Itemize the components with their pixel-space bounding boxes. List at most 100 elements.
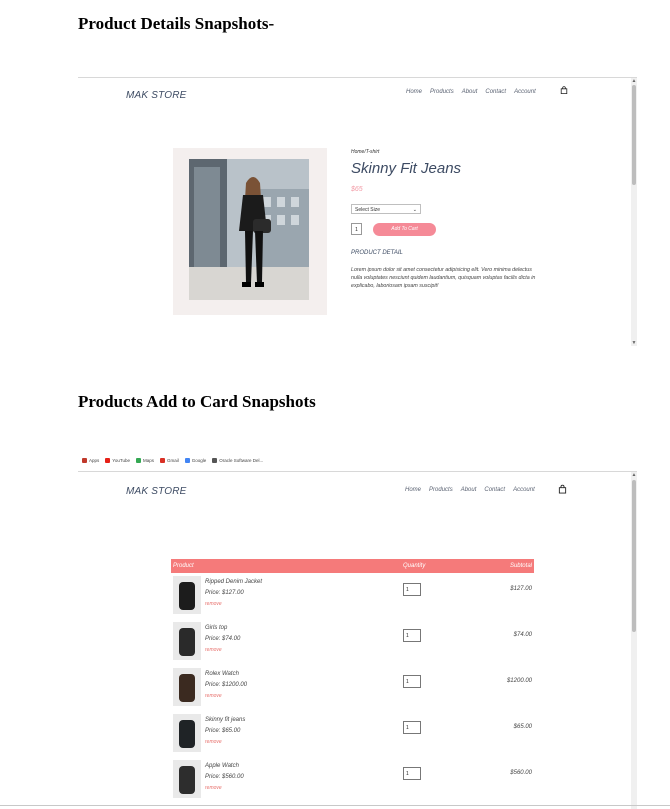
bookmark-label: YouTube [112,458,130,463]
scrollbar[interactable]: ▲ ▼ [631,78,637,346]
item-name: Rolex Watch [205,671,239,677]
shopping-bag-icon[interactable] [558,484,567,494]
bookmark-item[interactable]: Google [184,458,207,463]
scroll-thumb[interactable] [632,85,636,185]
add-to-cart-button[interactable]: Add To Cart [373,223,436,236]
quantity-input[interactable]: 1 [403,675,421,688]
size-select-label: Select Size [355,207,381,213]
item-name: Apple Watch [205,763,239,769]
cart-row: Skinny fit jeans Price: $65.00 remove 1 $65.… [171,711,534,757]
quantity-input[interactable]: 1 [403,629,421,642]
chevron-down-icon: ⌄ [412,207,417,213]
maps-pin-icon [135,458,141,463]
nav-about[interactable]: About [462,89,478,95]
globe-icon [212,458,218,463]
bookmark-item[interactable]: Gmail [159,458,179,463]
cart-row: Girls top Price: $74.00 remove 1 $74.00 [171,619,534,665]
scrollbar[interactable]: ▲ [631,472,637,809]
breadcrumb[interactable]: Home/T-shirt [351,149,379,155]
bookmark-label: Maps [142,458,154,463]
item-price: Price: $1200.00 [205,682,248,688]
scroll-up-icon[interactable]: ▲ [631,78,637,84]
cart-screenshot: MAK STORE Home Products About Contact Ac… [78,471,637,809]
product-thumbnail[interactable] [173,668,201,706]
nav-home[interactable]: Home [405,487,421,493]
item-price: Price: $560.00 [205,774,244,780]
item-subtotal: $1200.00 [506,678,532,684]
google-icon [184,458,190,463]
column-subtotal: Subtotal [509,563,532,569]
scroll-up-icon[interactable]: ▲ [631,472,637,478]
item-name: Ripped Denim Jacket [205,579,263,585]
bookmark-label: Gmail [166,458,179,463]
page-divider [0,805,670,806]
item-subtotal: $560.00 [510,770,532,776]
product-thumbnail[interactable] [173,760,201,798]
nav-about[interactable]: About [461,487,477,493]
quantity-input[interactable]: 1 [403,721,421,734]
nav-contact[interactable]: Contact [484,487,505,493]
bookmark-label: Apps [89,458,100,463]
product-price: $65 [351,186,363,193]
item-name: Girls top [205,625,228,631]
product-thumbnail[interactable] [173,622,201,660]
nav-products[interactable]: Products [429,487,453,493]
cart-rows: Ripped Denim Jacket Price: $127.00 remove 1… [171,573,534,803]
product-detail-heading: PRODUCT DETAIL [351,250,403,256]
bookmarks-bar: Apps YouTube Maps Gmail Google Oracle Softwar… [82,458,263,463]
cart-table: Product Quantity Subtotal Ripped Denim J… [171,559,534,803]
remove-link[interactable]: remove [205,647,222,653]
add-to-cart-heading: Products Add to Card Snapshots [78,392,316,411]
remove-link[interactable]: remove [205,785,222,791]
scroll-down-icon[interactable]: ▼ [631,340,637,346]
nav-account[interactable]: Account [513,487,535,493]
product-photo [189,159,309,300]
nav-contact[interactable]: Contact [485,89,506,95]
remove-link[interactable]: remove [205,739,222,745]
size-select[interactable]: Select Size ⌄ [351,204,421,214]
nav-products[interactable]: Products [430,89,454,95]
bookmark-label: Oracle Software Del... [219,458,264,463]
bookmark-item[interactable]: Oracle Software Del... [212,458,263,463]
product-thumbnail[interactable] [173,714,201,752]
bookmark-label: Google [191,458,207,463]
nav-home[interactable]: Home [406,89,422,95]
product-thumbnail[interactable] [173,576,201,614]
main-nav: Home Products About Contact Account [405,487,535,493]
product-image-frame [173,148,327,315]
item-subtotal: $127.00 [510,586,532,592]
product-details-heading: Product Details Snapshots- [78,14,275,33]
quantity-input[interactable]: 1 [403,583,421,596]
item-price: Price: $74.00 [205,636,241,642]
column-quantity: Quantity [403,563,426,569]
cart-row: Apple Watch Price: $560.00 remove 1 $560.00 [171,757,534,803]
youtube-icon [105,458,111,463]
gmail-icon [159,458,165,463]
item-subtotal: $65.00 [513,724,532,730]
product-detail-text: Lorem ipsum dolor sit amet consectetur a… [351,267,536,289]
scroll-thumb[interactable] [632,480,636,632]
cart-table-header: Product Quantity Subtotal [171,559,534,573]
shopping-bag-icon[interactable] [560,86,568,94]
remove-link[interactable]: remove [205,693,222,699]
bookmark-item[interactable]: YouTube [105,458,130,463]
remove-link[interactable]: remove [205,601,222,607]
apps-grid-icon [82,458,87,463]
quantity-input[interactable]: 1 [351,223,362,235]
cart-row: Ripped Denim Jacket Price: $127.00 remove 1… [171,573,534,619]
product-details-screenshot: MAK STORE Home Products About Contact Ac… [78,77,637,346]
item-subtotal: $74.00 [513,632,532,638]
nav-account[interactable]: Account [514,89,536,95]
main-nav: Home Products About Contact Account [406,89,536,95]
item-name: Skinny fit jeans [205,717,246,723]
item-price: Price: $65.00 [205,728,241,734]
column-product: Product [173,563,194,569]
cart-row: Rolex Watch Price: $1200.00 remove 1 $1200.0… [171,665,534,711]
quantity-input[interactable]: 1 [403,767,421,780]
item-price: Price: $127.00 [205,590,244,596]
store-logo[interactable]: MAK STORE [126,486,187,497]
bookmark-item[interactable]: Maps [135,458,154,463]
bookmark-item[interactable]: Apps [82,458,99,463]
store-logo[interactable]: MAK STORE [126,90,187,101]
product-title: Skinny Fit Jeans [351,160,462,177]
